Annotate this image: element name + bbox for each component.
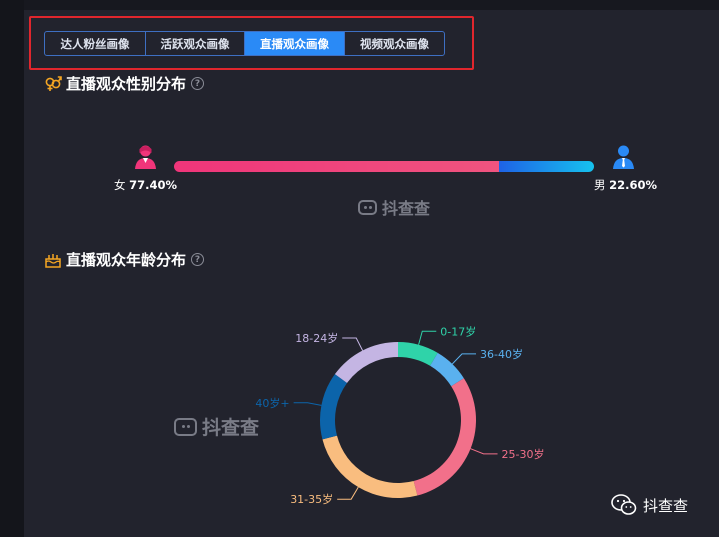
wechat-icon xyxy=(611,494,637,516)
slice-label: 36-40岁 xyxy=(480,347,523,361)
age-donut-chart: 0-17岁 36-40岁 25-30岁 31-35岁 40岁+ 18-24岁 xyxy=(255,324,545,506)
watermark-text: 抖查查 xyxy=(202,417,260,439)
wechat-text: 抖查查 xyxy=(643,496,689,515)
slice-leader-line xyxy=(337,486,359,500)
slice-label: 0-17岁 xyxy=(440,324,476,338)
watermark-logo: 抖查查 xyxy=(174,413,259,440)
donut-slice[interactable] xyxy=(413,378,477,496)
slice-leader-line xyxy=(451,353,477,365)
slice-leader-line xyxy=(293,402,322,406)
watermark-icon xyxy=(174,417,197,436)
slice-label: 25-30岁 xyxy=(502,447,545,461)
slice-leader-line xyxy=(418,330,437,345)
slice-label: 18-24岁 xyxy=(295,331,338,345)
slice-label: 31-35岁 xyxy=(290,492,333,506)
slice-label: 40岁+ xyxy=(255,396,289,410)
donut-slice[interactable] xyxy=(334,342,398,383)
slice-leader-line xyxy=(470,448,498,455)
wechat-account-label: 抖查查 xyxy=(611,494,688,516)
donut-slice[interactable] xyxy=(398,342,438,366)
donut-slice[interactable] xyxy=(322,435,418,498)
donut-slice[interactable] xyxy=(320,374,348,440)
slice-leader-line xyxy=(342,337,364,351)
